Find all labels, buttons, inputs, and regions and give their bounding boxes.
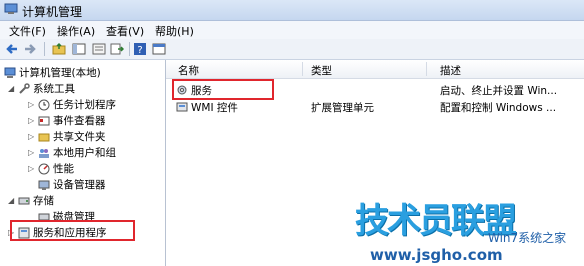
tree-label-event-viewer: 事件查看器 <box>53 115 106 127</box>
forward-icon[interactable] <box>23 42 37 56</box>
expand-arrow-icon[interactable]: ◢ <box>8 196 16 205</box>
collapsed-arrow-icon[interactable]: ▷ <box>28 148 36 157</box>
computer-management-icon <box>4 3 18 14</box>
export-icon[interactable] <box>110 42 124 56</box>
watermark-url: www.jsgho.com <box>370 246 503 264</box>
tree-item-shared-folders[interactable]: ▷ 共享文件夹 <box>28 129 106 144</box>
column-header-name[interactable]: 名称 <box>178 63 199 78</box>
highlight-box-services-apps <box>10 220 135 241</box>
tree-label-performance: 性能 <box>53 163 74 175</box>
row-description-wmi: 配置和控制 Windows ... <box>440 102 557 114</box>
collapsed-arrow-icon[interactable]: ▷ <box>28 132 36 141</box>
properties-icon[interactable] <box>92 42 106 56</box>
list-header: 名称 类型 描述 <box>166 60 584 79</box>
tree-item-storage[interactable]: ◢ 存储 <box>8 193 54 208</box>
collapsed-arrow-icon[interactable]: ▷ <box>28 100 36 109</box>
performance-icon <box>38 163 50 174</box>
tree-label-shared-folders: 共享文件夹 <box>53 131 106 143</box>
up-folder-icon[interactable] <box>52 42 66 56</box>
tree-item-system-tools[interactable]: ◢ 系统工具 <box>8 81 75 96</box>
row-description-services: 启动、终止并设置 Win... <box>440 85 558 97</box>
svg-text:?: ? <box>137 45 142 56</box>
clock-icon <box>38 99 50 110</box>
window-title: 计算机管理 <box>22 5 83 19</box>
wmi-control-icon <box>176 102 188 112</box>
column-header-description[interactable]: 描述 <box>440 63 461 78</box>
computer-management-icon <box>4 67 16 78</box>
collapsed-arrow-icon[interactable]: ▷ <box>28 164 36 173</box>
menu-view[interactable]: 查看(V) <box>106 23 144 39</box>
list-row-wmi[interactable]: WMI 控件 扩展管理单元 配置和控制 Windows ... <box>166 98 584 115</box>
highlight-box-services <box>172 79 274 100</box>
row-name-wmi: WMI 控件 <box>191 102 238 114</box>
tree-label-storage: 存储 <box>33 195 54 207</box>
event-viewer-icon <box>38 116 50 125</box>
show-hide-tree-icon[interactable] <box>72 42 86 56</box>
tree-label-root: 计算机管理(本地) <box>19 67 101 79</box>
navigation-tree: 计算机管理(本地) ◢ 系统工具 ▷ 任务计划程序 ▷ 事件查看器 ▷ 共享文件… <box>0 60 166 266</box>
tree-item-device-manager[interactable]: 设备管理器 <box>38 177 106 192</box>
tree-label-task-scheduler: 任务计划程序 <box>53 99 116 111</box>
help-icon[interactable]: ? <box>133 42 147 56</box>
watermark-subtitle: Win7系统之家 <box>488 231 567 245</box>
tree-item-performance[interactable]: ▷ 性能 <box>28 161 74 176</box>
tree-item-local-users[interactable]: ▷ 本地用户和组 <box>28 145 116 160</box>
tree-label-local-users: 本地用户和组 <box>53 147 116 159</box>
shared-folder-icon <box>38 133 50 141</box>
device-manager-icon <box>38 180 50 190</box>
menu-help[interactable]: 帮助(H) <box>155 23 194 39</box>
menu-bar: 文件(F) 操作(A) 查看(V) 帮助(H) <box>0 21 584 39</box>
toolbar: ? <box>0 39 584 60</box>
tree-label-device-manager: 设备管理器 <box>53 179 106 191</box>
title-bar: 计算机管理 <box>0 0 584 21</box>
column-header-type[interactable]: 类型 <box>311 63 332 78</box>
back-icon[interactable] <box>5 42 19 56</box>
tree-label-system-tools: 系统工具 <box>33 83 75 95</box>
users-icon <box>39 148 49 158</box>
tools-icon <box>19 82 30 94</box>
tree-item-root[interactable]: 计算机管理(本地) <box>4 65 101 80</box>
menu-file[interactable]: 文件(F) <box>9 23 46 39</box>
storage-icon <box>18 197 30 204</box>
menu-action[interactable]: 操作(A) <box>57 23 95 39</box>
tree-item-event-viewer[interactable]: ▷ 事件查看器 <box>28 113 106 128</box>
expand-arrow-icon[interactable]: ◢ <box>8 84 16 93</box>
collapsed-arrow-icon[interactable]: ▷ <box>28 116 36 125</box>
console-icon[interactable] <box>152 42 166 56</box>
row-type-wmi: 扩展管理单元 <box>311 102 374 114</box>
tree-item-task-scheduler[interactable]: ▷ 任务计划程序 <box>28 97 116 112</box>
